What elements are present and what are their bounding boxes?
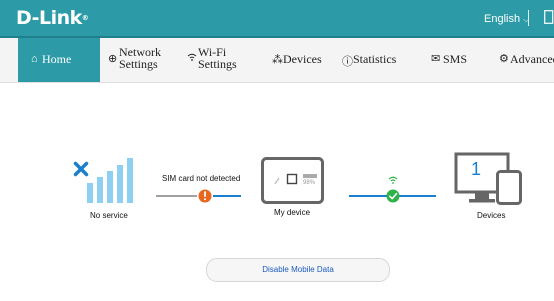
connected-check-icon: [386, 189, 400, 203]
device-count[interactable]: 1: [471, 159, 481, 180]
devices-label: Devices: [477, 211, 506, 220]
connection-diagram: [73, 152, 522, 205]
no-service-label: No service: [90, 211, 128, 220]
error-icon: [198, 189, 212, 203]
my-device-label: My device: [274, 208, 311, 217]
wifi-signal-icon: [388, 176, 398, 184]
battery-percent: 98%: [303, 180, 316, 186]
disable-mobile-data-button[interactable]: Disable Mobile Data: [206, 258, 390, 282]
connected-devices-icon: [454, 152, 522, 205]
signal-bars-icon: [87, 158, 133, 203]
no-service-x-icon: [73, 161, 89, 177]
sim-status-label: SIM card not detected: [162, 174, 241, 183]
